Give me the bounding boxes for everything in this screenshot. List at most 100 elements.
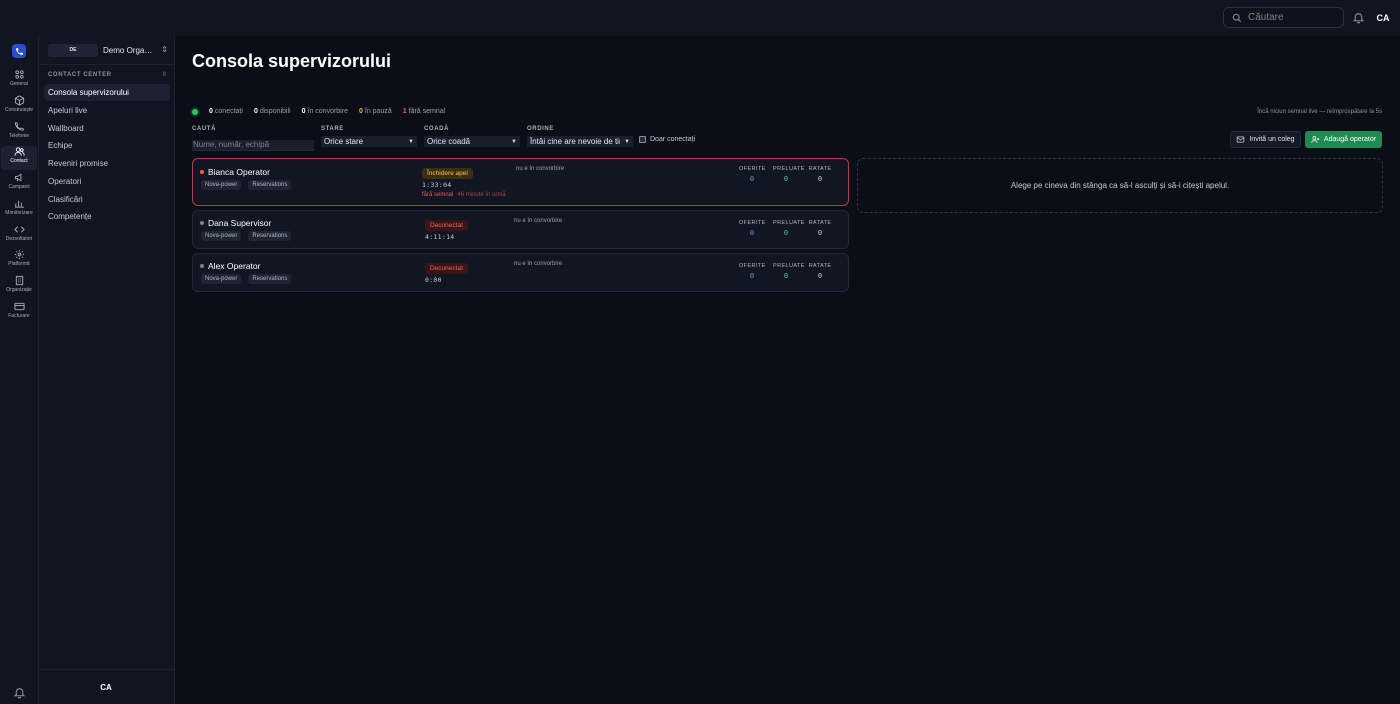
rail-item-construieste[interactable]: Construiește	[1, 95, 37, 119]
contact-center-sidebar: DE Demo Organization ⇕ CONTACT CENTER 8 …	[39, 36, 175, 704]
icon-rail: General Construiește Telefonie Contact C…	[0, 36, 39, 704]
operator-tags: Nova-power Reservations	[201, 274, 292, 284]
rail-item-platforma[interactable]: Platformă	[1, 249, 37, 273]
stats-row: 0 conectați 0 disponibili 0 în convorbire 0…	[192, 108, 445, 115]
add-operator-button[interactable]: Adaugă operator	[1305, 131, 1382, 148]
global-search[interactable]	[1223, 7, 1344, 28]
signal-status: fără semnal 46 minute în urmă	[422, 192, 506, 198]
operator-card[interactable]: Alex Operator Nova-power Reservations De…	[192, 253, 849, 292]
rail-label: Platformă	[8, 261, 30, 267]
top-bar: CA	[0, 0, 1400, 36]
sidebar-item-operatori[interactable]: Operatori	[44, 173, 170, 190]
operator-name: Dana Supervisor	[200, 218, 271, 228]
sidebar-item-consola-supervizorului[interactable]: Consola supervizorului	[44, 84, 170, 101]
invite-colleague-button[interactable]: Invită un coleg	[1230, 131, 1301, 148]
credit-card-icon	[13, 302, 25, 311]
rail-item-facturare[interactable]: Facturare	[1, 301, 37, 325]
sidebar-item-label: Apeluri live	[48, 106, 88, 115]
cube-icon	[14, 95, 24, 106]
order-select[interactable]: Întâi cine are nevoie de timp▼	[527, 136, 633, 147]
detail-placeholder-text: Alege pe cineva din stânga ca să-l ascul…	[1010, 181, 1230, 190]
sidebar-item-echipe[interactable]: Echipe	[44, 137, 170, 154]
sidebar-item-reveniri-promise[interactable]: Reveniri promise	[44, 155, 170, 172]
filter-label: ORDINE	[527, 126, 554, 132]
chevron-down-icon: ▼	[624, 138, 630, 145]
only-connected-checkbox[interactable]	[639, 136, 646, 143]
metric-taken: PRELUATE 0	[773, 220, 805, 237]
live-status-dot	[192, 108, 198, 115]
rail-item-campanii[interactable]: Campanii	[1, 172, 37, 196]
order-filter: ORDINE Întâi cine are nevoie de timp▼	[527, 126, 633, 147]
sidebar-item-label: Reveniri promise	[48, 159, 109, 168]
operator-card[interactable]: Dana Supervisor Nova-power Reservations …	[192, 210, 849, 249]
chevron-updown-icon: ⇕	[161, 45, 168, 54]
page-title: Consola supervizorului	[192, 51, 392, 71]
status-badge: Deconectat	[425, 220, 468, 231]
phone-icon	[14, 122, 24, 131]
rail-label: Organizație	[6, 287, 32, 293]
rail-label: Campanii	[8, 184, 30, 190]
tag: Nova-power	[201, 231, 242, 241]
operator-card[interactable]: Bianca Operator Nova-power Reservations …	[192, 158, 849, 206]
search-input[interactable]	[1248, 12, 1338, 23]
megaphone-icon	[14, 173, 21, 182]
rail-label: Monitorizare	[5, 210, 33, 216]
operator-timer: 1:33:04	[422, 181, 452, 189]
filter-label: STARE	[321, 126, 344, 132]
checkbox-label: Doar conectați	[650, 136, 696, 143]
sidebar-item-label: Echipe	[48, 141, 73, 150]
queue-filter: COADĂ Orice coadă ▼	[424, 126, 520, 147]
conversation-status: nu e în convorbire	[514, 261, 563, 267]
rail-item-dezvoltatori[interactable]: Dezvoltatori	[1, 224, 37, 248]
state-select[interactable]: Orice stare ▼	[321, 136, 417, 147]
rail-item-general[interactable]: General	[1, 69, 37, 93]
chevron-down-icon: ▼	[511, 138, 517, 145]
sidebar-item-competente[interactable]: Competențe	[44, 208, 170, 225]
operator-name: Bianca Operator	[200, 167, 270, 177]
bell-icon[interactable]	[13, 686, 26, 699]
sidebar-item-label: Wallboard	[48, 124, 84, 133]
org-name: Demo Organization	[103, 45, 153, 55]
operator-metrics: OFERITE 0 PRELUATE 0 RATATE 0	[739, 263, 833, 280]
status-dot	[200, 170, 204, 174]
user-avatar[interactable]: CA	[97, 678, 115, 696]
rail-item-contact[interactable]: Contact	[1, 146, 37, 170]
code-icon	[13, 226, 25, 233]
metric-offered: OFERITE 0	[739, 263, 766, 280]
building-icon	[15, 275, 23, 286]
metric-missed: RATATE 0	[808, 220, 832, 237]
divider	[39, 64, 174, 65]
sidebar-item-label: Clasificări	[48, 195, 83, 204]
queue-select[interactable]: Orice coadă ▼	[424, 136, 520, 147]
rail-item-telefonie[interactable]: Telefonie	[1, 121, 37, 145]
sidebar-item-label: Consola supervizorului	[48, 88, 129, 97]
gear-icon	[14, 249, 24, 260]
metric-offered: OFERITE 0	[739, 166, 766, 183]
sidebar-item-wallboard[interactable]: Wallboard	[44, 120, 170, 137]
tag: Nova-power	[201, 274, 242, 284]
sidebar-item-apeluri-live[interactable]: Apeluri live	[44, 102, 170, 119]
search-icon	[1232, 13, 1242, 22]
notifications-bell-icon[interactable]	[1352, 11, 1365, 24]
operator-tags: Nova-power Reservations	[201, 231, 292, 241]
sidebar-item-clasificari[interactable]: Clasificări	[44, 191, 170, 208]
chevron-down-icon: ▼	[408, 138, 414, 145]
status-dot	[200, 264, 204, 268]
operator-metrics: OFERITE 0 PRELUATE 0 RATATE 0	[739, 220, 833, 237]
user-avatar[interactable]: CA	[1373, 8, 1393, 28]
rail-label: General	[10, 81, 28, 87]
divider	[39, 669, 174, 670]
operator-tags: Nova-power Reservations	[201, 180, 292, 190]
tag: Reservations	[248, 274, 292, 284]
rail-item-organizatie[interactable]: Organizație	[1, 275, 37, 299]
tag: Nova-power	[201, 180, 242, 190]
org-switcher[interactable]: DE Demo Organization ⇕	[48, 43, 172, 57]
operator-search-input[interactable]	[192, 139, 314, 151]
grid-icon	[14, 70, 24, 79]
app-logo[interactable]	[12, 44, 26, 58]
operator-timer: 4:11:14	[425, 233, 455, 241]
rail-item-monitorizare[interactable]: Monitorizare	[1, 198, 37, 222]
users-icon	[13, 147, 25, 156]
only-connected-toggle[interactable]: Doar conectați	[639, 136, 695, 143]
sidebar-item-label: Competențe	[48, 212, 92, 221]
